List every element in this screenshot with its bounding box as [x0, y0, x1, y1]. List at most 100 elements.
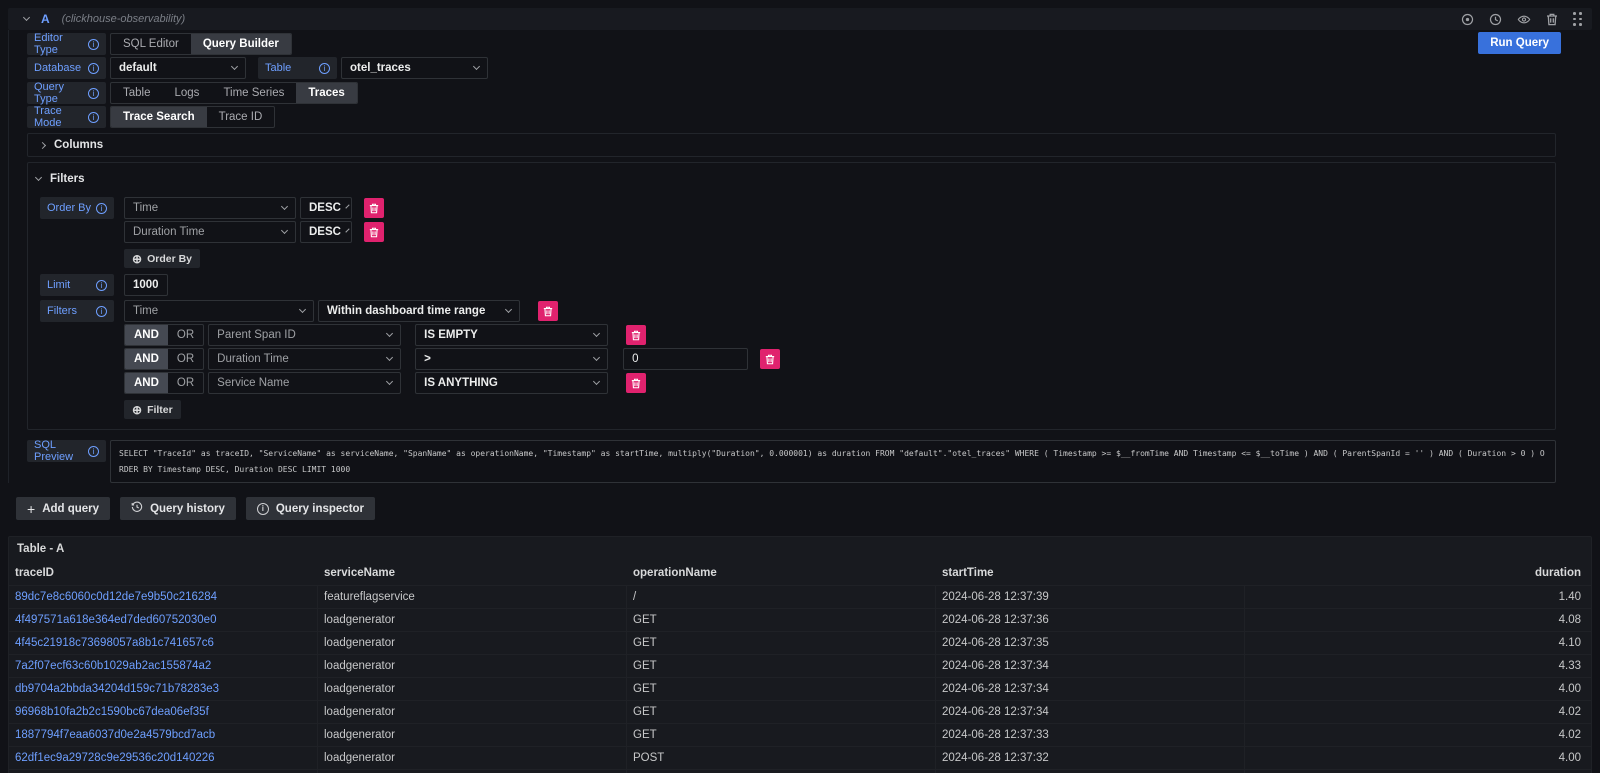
collapse-chevron-icon[interactable]: [23, 14, 30, 21]
plus-circle-icon: ⊕: [132, 404, 142, 416]
table-panel: Table - A traceID serviceName operationN…: [8, 536, 1592, 773]
service-name-cell: loadgenerator: [318, 655, 627, 677]
and-option[interactable]: AND: [125, 349, 168, 369]
remove-filter-button[interactable]: [760, 349, 780, 369]
query-type-option-logs[interactable]: Logs: [163, 83, 212, 103]
column-header-traceid[interactable]: traceID: [9, 561, 318, 585]
info-icon[interactable]: i: [96, 306, 107, 317]
info-icon[interactable]: i: [88, 112, 99, 123]
info-icon[interactable]: i: [319, 63, 330, 74]
table-header-row: traceID serviceName operationName startT…: [9, 561, 1591, 585]
remove-filter-button[interactable]: [626, 325, 646, 345]
info-icon: i: [257, 503, 269, 515]
query-inspector-button[interactable]: i Query inspector: [246, 497, 375, 520]
query-type-option-time-series[interactable]: Time Series: [211, 83, 296, 103]
editor-type-option-query-builder[interactable]: Query Builder: [191, 34, 291, 54]
filter-field-select[interactable]: Duration Time: [208, 348, 401, 370]
table-row: 4f497571a618e364ed7ded60752030e0 loadgen…: [9, 608, 1591, 631]
add-filter-button[interactable]: ⊕ Filter: [124, 400, 181, 419]
info-icon[interactable]: i: [88, 88, 99, 99]
and-option[interactable]: AND: [125, 373, 168, 393]
trace-id-link[interactable]: 7a2f07ecf63c60b1029ab2ac155874a2: [15, 660, 211, 672]
trace-id-link[interactable]: 4f497571a618e364ed7ded60752030e0: [15, 614, 216, 626]
query-type-option-traces[interactable]: Traces: [296, 83, 356, 103]
order-by-direction-select[interactable]: DESC: [300, 221, 352, 243]
and-or-toggle: AND OR: [124, 348, 204, 370]
or-option[interactable]: OR: [168, 349, 203, 369]
panel-title[interactable]: Table - A: [9, 537, 1591, 561]
filter-operator-select[interactable]: IS ANYTHING: [415, 372, 608, 394]
trace-id-link[interactable]: 62df1ec9a29728c9e29536c20d140226: [15, 752, 215, 764]
info-icon[interactable]: i: [88, 446, 99, 457]
trace-id-link[interactable]: db9704a2bbda34204d159c71b78283e3: [15, 683, 219, 695]
clock-icon[interactable]: [1489, 13, 1502, 26]
drag-handle[interactable]: [1573, 12, 1582, 26]
filter-value-input[interactable]: [623, 348, 748, 370]
trace-mode-option-trace-search[interactable]: Trace Search: [111, 107, 207, 127]
query-type-option-table[interactable]: Table: [111, 83, 163, 103]
database-select[interactable]: default: [110, 57, 246, 79]
editor-type-option-sql-editor[interactable]: SQL Editor: [111, 34, 191, 54]
filter-operator-select[interactable]: Within dashboard time range: [318, 300, 520, 322]
add-order-by-button[interactable]: ⊕ Order By: [124, 249, 200, 268]
eye-icon[interactable]: [1517, 13, 1531, 26]
filter-operator-select[interactable]: IS EMPTY: [415, 324, 608, 346]
info-icon[interactable]: i: [96, 203, 107, 214]
info-icon[interactable]: i: [88, 63, 99, 74]
duration-cell: 4.10: [1245, 632, 1591, 654]
duration-cell: 1.40: [1245, 586, 1591, 608]
remove-filter-button[interactable]: [538, 301, 558, 321]
add-query-button[interactable]: + Add query: [16, 497, 110, 520]
filters-section-header[interactable]: Filters: [36, 167, 1543, 191]
column-header-starttime[interactable]: startTime: [936, 561, 1245, 585]
remove-order-by-button[interactable]: [364, 198, 384, 218]
query-ref-id[interactable]: A: [41, 12, 50, 26]
filter-operator-select[interactable]: >: [415, 348, 608, 370]
operation-name-cell: GET: [627, 632, 936, 654]
run-query-button[interactable]: Run Query: [1478, 32, 1561, 54]
trace-id-link[interactable]: 4f45c21918c73698057a8b1c741657c6: [15, 637, 214, 649]
or-option[interactable]: OR: [168, 373, 203, 393]
remove-filter-button[interactable]: [626, 373, 646, 393]
remove-order-by-button[interactable]: [364, 222, 384, 242]
query-type-toggle: Table Logs Time Series Traces: [110, 82, 358, 104]
table-select[interactable]: otel_traces: [341, 57, 488, 79]
column-header-duration[interactable]: duration: [1245, 561, 1591, 585]
filter-field-select[interactable]: Time: [124, 300, 314, 322]
trace-id-link[interactable]: 89dc7e8c6060c0d12de7e9b50c216284: [15, 591, 217, 603]
service-name-cell: loadgenerator: [318, 678, 627, 700]
limit-input[interactable]: [124, 274, 168, 296]
or-option[interactable]: OR: [168, 325, 203, 345]
query-history-button[interactable]: Query history: [120, 497, 236, 520]
and-option[interactable]: AND: [125, 325, 168, 345]
chevron-down-icon: [35, 174, 42, 181]
column-header-servicename[interactable]: serviceName: [318, 561, 627, 585]
filter-field-select[interactable]: Parent Span ID: [208, 324, 401, 346]
duration-cell: 4.00: [1245, 747, 1591, 769]
order-by-field-select[interactable]: Duration Time: [124, 221, 296, 243]
table-row: 1887794f7eaa6037d0e2a4579bcd7acb loadgen…: [9, 723, 1591, 746]
columns-section-header[interactable]: Columns: [28, 134, 1555, 156]
table-row: 62df1ec9a29728c9e29536c20d140226 loadgen…: [9, 746, 1591, 769]
trace-mode-option-trace-id[interactable]: Trace ID: [207, 107, 275, 127]
order-by-direction-select[interactable]: DESC: [300, 197, 352, 219]
table-label: Tablei: [258, 57, 337, 79]
duration-cell: 4.08: [1245, 609, 1591, 631]
duration-cell: 4.00: [1245, 678, 1591, 700]
filter-field-select[interactable]: Service Name: [208, 372, 401, 394]
duration-cell: 4.02: [1245, 724, 1591, 746]
table-row: 4f45c21918c73698057a8b1c741657c6 loadgen…: [9, 631, 1591, 654]
trace-id-link[interactable]: 96968b10fa2b2c1590bc67dea06ef35f: [15, 706, 209, 718]
trace-id-link[interactable]: 1887794f7eaa6037d0e2a4579bcd7acb: [15, 729, 215, 741]
duplicate-query-icon[interactable]: [1461, 13, 1474, 26]
order-by-field-select[interactable]: Time: [124, 197, 296, 219]
trash-icon[interactable]: [1546, 13, 1558, 26]
service-name-cell: loadgenerator: [318, 701, 627, 723]
and-or-toggle: AND OR: [124, 324, 204, 346]
column-header-operationname[interactable]: operationName: [627, 561, 936, 585]
editor-type-toggle: SQL Editor Query Builder: [110, 33, 292, 55]
start-time-cell: 2024-06-28 12:37:32: [936, 747, 1245, 769]
info-icon[interactable]: i: [88, 39, 99, 50]
start-time-cell: 2024-06-28 12:37:34: [936, 678, 1245, 700]
info-icon[interactable]: i: [96, 280, 107, 291]
